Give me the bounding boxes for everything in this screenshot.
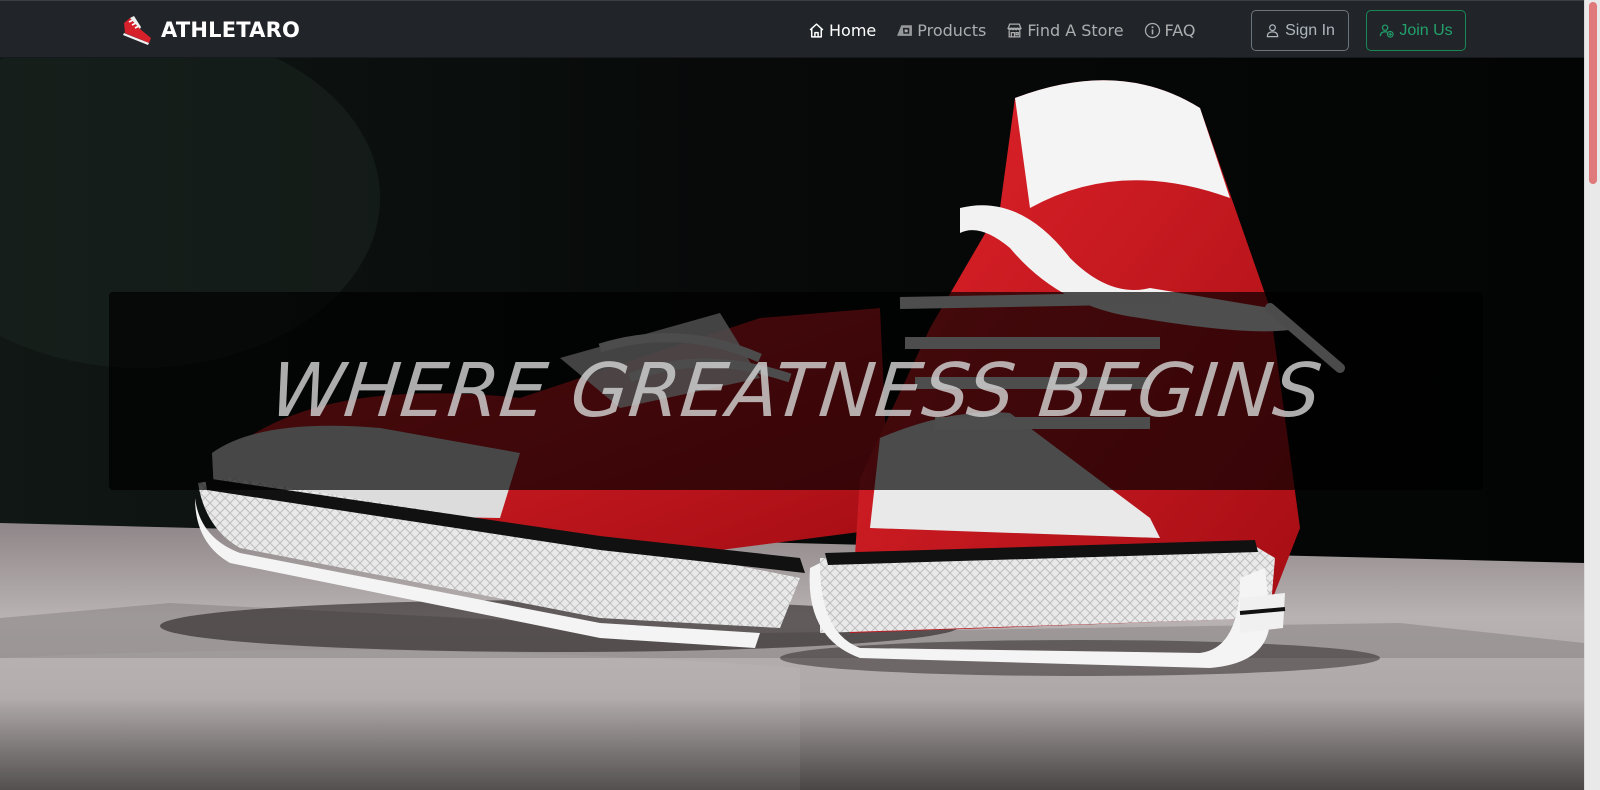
brand-link[interactable]: ATHLETARO xyxy=(120,1,300,59)
hero-tagline: WHERE GREATNESS BEGINS xyxy=(266,348,1326,434)
nav-label-faq: FAQ xyxy=(1164,20,1196,40)
sign-in-label: Sign In xyxy=(1285,21,1335,39)
join-us-button[interactable]: Join Us xyxy=(1366,10,1466,51)
nav-item-find-store[interactable]: Find A Store xyxy=(1006,20,1124,40)
main-nav: Home Products Find A Store FAQ xyxy=(808,1,1196,59)
store-icon xyxy=(1007,22,1023,38)
hero-banner: WHERE GREATNESS BEGINS xyxy=(109,292,1483,490)
top-navbar: ATHLETARO Home Products Find A Store FAQ… xyxy=(0,0,1584,58)
nav-item-products[interactable]: Products xyxy=(896,21,986,40)
nav-label-home: Home xyxy=(829,20,877,40)
sneaker-icon xyxy=(123,16,151,45)
nav-label-find-store: Find A Store xyxy=(1027,20,1124,40)
page-scrollbar[interactable] xyxy=(1584,0,1600,790)
home-icon xyxy=(809,22,824,38)
hero-section: WHERE GREATNESS BEGINS xyxy=(0,58,1584,790)
brand-name: ATHLETARO xyxy=(161,18,301,42)
scrollbar-thumb[interactable] xyxy=(1589,2,1597,184)
products-icon xyxy=(897,24,913,36)
nav-item-faq[interactable]: FAQ xyxy=(1144,21,1196,40)
info-icon xyxy=(1144,22,1160,38)
person-icon xyxy=(1266,24,1279,38)
nav-label-products: Products xyxy=(917,20,987,40)
nav-item-home[interactable]: Home xyxy=(808,21,876,40)
person-add-icon xyxy=(1380,24,1394,38)
join-us-label: Join Us xyxy=(1399,21,1453,39)
sign-in-button[interactable]: Sign In xyxy=(1251,10,1349,51)
